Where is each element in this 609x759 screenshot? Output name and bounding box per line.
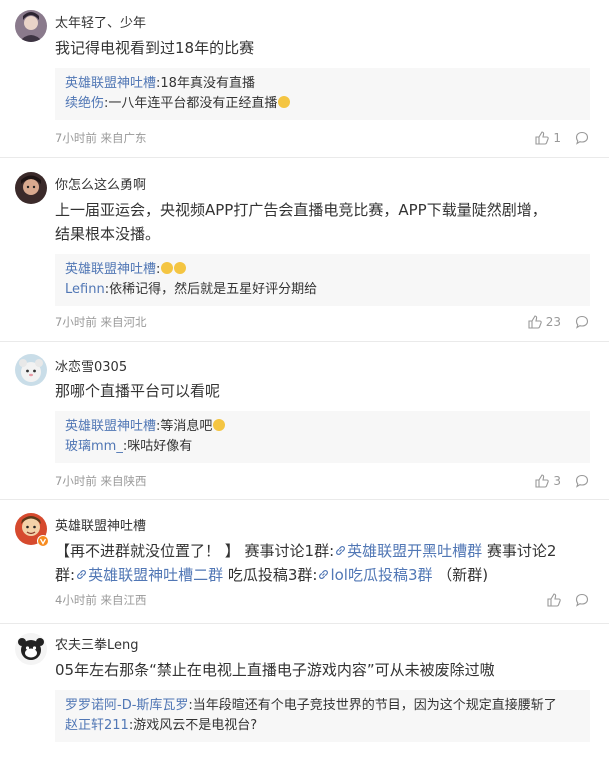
group-link-text[interactable]: lol吃瓜投稿3群 <box>330 566 432 584</box>
reply-text: :依稀记得，然后就是五星好评分期给 <box>104 282 318 297</box>
group-link[interactable]: 英雄联盟神吐槽二群 <box>75 566 223 584</box>
like-button[interactable]: 3 <box>535 474 561 488</box>
reply-username[interactable]: 续绝伤 <box>65 96 104 111</box>
comment-text-line: 群: 英雄联盟神吐槽二群 吃瓜投稿3群: lol吃瓜投稿3群 （新群) <box>55 563 595 587</box>
comment-username[interactable]: 你怎么这么勇啊 <box>55 174 146 193</box>
group-promo-text: 吃瓜投稿3群: <box>223 566 318 584</box>
reply-username[interactable]: 赵正轩211 <box>65 718 129 733</box>
reply-item[interactable]: 英雄联盟神吐槽:18年真没有直播 <box>65 74 580 94</box>
reply-item[interactable]: 玻璃mm_:咪咕好像有 <box>65 437 580 457</box>
link-chain-icon <box>75 568 88 581</box>
thumbs-up-icon <box>528 315 542 329</box>
laughing-emoji-icon <box>278 96 291 108</box>
comment-bubble-icon <box>575 315 589 329</box>
comment-item: 太年轻了、少年 我记得电视看到过18年的比赛 英雄联盟神吐槽:18年真没有直播 … <box>0 0 609 158</box>
reply-item[interactable]: 英雄联盟神吐槽: <box>65 260 580 280</box>
comment-actions: 1 <box>535 129 589 147</box>
avatar[interactable] <box>15 354 47 386</box>
group-promo-text: 赛事讨论2 <box>482 542 557 560</box>
comment-meta: 7小时前 来自陕西 <box>55 474 147 488</box>
like-count: 1 <box>553 131 561 145</box>
comment-feed: 太年轻了、少年 我记得电视看到过18年的比赛 英雄联盟神吐槽:18年真没有直播 … <box>0 0 609 759</box>
group-promo-text: 群: <box>55 566 76 584</box>
reply-username[interactable]: 英雄联盟神吐槽 <box>65 419 156 434</box>
group-link-text[interactable]: 英雄联盟神吐槽二群 <box>88 566 223 584</box>
comment-meta: 7小时前 来自广东 <box>55 131 147 145</box>
comment-bubble-icon <box>575 131 589 145</box>
comment-meta: 4小时前 来自江西 <box>55 593 147 607</box>
comment-text: 我记得电视看到过18年的比赛 <box>55 39 255 57</box>
laughing-emoji-icon <box>174 262 187 274</box>
reply-button[interactable] <box>575 315 589 329</box>
avatar[interactable] <box>15 513 49 547</box>
comment-username[interactable]: 英雄联盟神吐槽 <box>55 515 146 534</box>
laughing-emoji-icon <box>161 262 174 274</box>
reply-item[interactable]: Lefinn:依稀记得，然后就是五星好评分期给 <box>65 280 580 300</box>
link-chain-icon <box>317 568 330 581</box>
link-chain-icon <box>334 544 347 557</box>
comment-username[interactable]: 农夫三拳Leng <box>55 634 139 653</box>
reply-text: :当年段暄还有个电子竞技世界的节目，因为这个规定直接腰斩了 <box>188 698 557 713</box>
thumbs-up-icon <box>547 593 561 607</box>
verified-badge-icon <box>37 535 49 547</box>
comment-item: 英雄联盟神吐槽 【再不进群就没位置了！ 】 赛事讨论1群: 英雄联盟开黑吐槽群 赛… <box>0 500 609 624</box>
reply-text: :一八年连平台都没有正经直播 <box>104 96 278 111</box>
comment-bubble-icon <box>575 474 589 488</box>
laughing-emoji-icon <box>213 419 226 431</box>
like-count: 23 <box>545 315 561 329</box>
comment-item: 农夫三拳Leng 05年左右那条“禁止在电视上直播电子游戏内容”可从未被废除过嗷… <box>0 624 609 759</box>
group-link-text[interactable]: 英雄联盟开黑吐槽群 <box>347 542 482 560</box>
comment-item: 你怎么这么勇啊 上一届亚运会，央视频APP打广告会直播电竞比赛，APP下载量陡然… <box>0 158 609 342</box>
comment-actions: 23 <box>528 313 589 331</box>
comment-item: 冰恋雪0305 那哪个直播平台可以看呢 英雄联盟神吐槽:等消息吧 玻璃mm_:咪… <box>0 342 609 500</box>
like-button[interactable]: 1 <box>535 131 561 145</box>
reply-text: :咪咕好像有 <box>122 439 193 454</box>
reply-list: 英雄联盟神吐槽:等消息吧 玻璃mm_:咪咕好像有 <box>55 411 590 463</box>
comment-text: 【再不进群就没位置了！ 】 赛事讨论1群: 英雄联盟开黑吐槽群 赛事讨论2 群: 英… <box>55 539 595 587</box>
reply-button[interactable] <box>575 474 589 488</box>
like-button[interactable] <box>547 593 561 607</box>
comment-username[interactable]: 太年轻了、少年 <box>55 12 146 31</box>
comment-text-line: 结果根本没播。 <box>55 225 161 243</box>
group-link[interactable]: lol吃瓜投稿3群 <box>317 566 433 584</box>
comment-text: 那哪个直播平台可以看呢 <box>55 382 221 400</box>
reply-text: :游戏风云不是电视台? <box>128 718 258 733</box>
comment-text-line: 上一届亚运会，央视频APP打广告会直播电竞比赛，APP下载量陡然剧增， <box>55 201 547 219</box>
reply-username[interactable]: Lefinn <box>65 282 105 297</box>
thumbs-up-icon <box>535 131 550 145</box>
reply-text: :18年真没有直播 <box>156 76 255 91</box>
reply-text: : <box>156 262 161 277</box>
reply-text: :等消息吧 <box>156 419 213 434</box>
reply-button[interactable] <box>575 593 589 607</box>
reply-item[interactable]: 续绝伤:一八年连平台都没有正经直播 <box>65 94 580 114</box>
group-promo-text: 【再不进群就没位置了！ 】 赛事讨论1群: <box>55 542 335 560</box>
avatar[interactable] <box>15 633 47 665</box>
comment-text: 上一届亚运会，央视频APP打广告会直播电竞比赛，APP下载量陡然剧增， 结果根本… <box>55 198 595 246</box>
comment-username[interactable]: 冰恋雪0305 <box>55 356 127 375</box>
like-count: 3 <box>553 474 561 488</box>
reply-username[interactable]: 玻璃mm_ <box>65 439 123 454</box>
reply-button[interactable] <box>575 131 589 145</box>
avatar[interactable] <box>15 172 47 204</box>
group-link[interactable]: 英雄联盟开黑吐槽群 <box>334 542 482 560</box>
comment-bubble-icon <box>575 593 589 607</box>
comment-meta: 7小时前 来自河北 <box>55 315 147 329</box>
group-promo-text: （新群) <box>432 566 489 584</box>
reply-list: 英雄联盟神吐槽:18年真没有直播 续绝伤:一八年连平台都没有正经直播 <box>55 68 590 120</box>
comment-actions <box>547 591 589 609</box>
comment-text: 05年左右那条“禁止在电视上直播电子游戏内容”可从未被废除过嗷 <box>55 661 495 679</box>
avatar[interactable] <box>15 10 47 42</box>
comment-actions: 3 <box>535 472 589 490</box>
reply-item[interactable]: 英雄联盟神吐槽:等消息吧 <box>65 417 580 437</box>
thumbs-up-icon <box>535 474 550 488</box>
reply-list: 英雄联盟神吐槽: Lefinn:依稀记得，然后就是五星好评分期给 <box>55 254 590 306</box>
reply-list: 罗罗诺阿-D-斯库瓦罗:当年段暄还有个电子竞技世界的节目，因为这个规定直接腰斩了… <box>55 690 590 742</box>
reply-item[interactable]: 罗罗诺阿-D-斯库瓦罗:当年段暄还有个电子竞技世界的节目，因为这个规定直接腰斩了 <box>65 696 580 716</box>
reply-username[interactable]: 英雄联盟神吐槽 <box>65 262 156 277</box>
reply-username[interactable]: 罗罗诺阿-D-斯库瓦罗 <box>65 698 188 713</box>
like-button[interactable]: 23 <box>528 315 561 329</box>
reply-item[interactable]: 赵正轩211:游戏风云不是电视台? <box>65 716 580 736</box>
comment-text-line: 【再不进群就没位置了！ 】 赛事讨论1群: 英雄联盟开黑吐槽群 赛事讨论2 <box>55 539 595 563</box>
reply-username[interactable]: 英雄联盟神吐槽 <box>65 76 156 91</box>
